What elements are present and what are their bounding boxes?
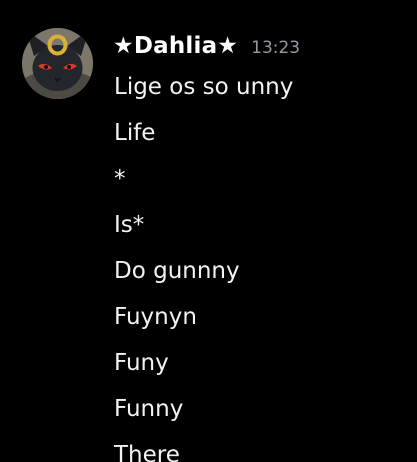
umbreon-avatar-icon	[22, 28, 93, 99]
avatar[interactable]	[22, 28, 93, 99]
message-line: Life	[114, 120, 156, 146]
message-line: *	[114, 166, 126, 192]
message-line: Lige os so unny	[114, 74, 294, 100]
timestamp[interactable]: 13:23	[251, 38, 300, 58]
message-line: Funy	[114, 350, 169, 376]
message-line: Do gunnny	[114, 258, 240, 284]
message-line: Fuynyn	[114, 304, 197, 330]
message-line: Funny	[114, 396, 184, 422]
message-line: Is*	[114, 212, 145, 238]
message-header: ★Dahlia★ 13:23	[113, 33, 300, 65]
username[interactable]: ★Dahlia★	[113, 33, 238, 59]
message-content: Lige os so unny Life * Is* Do gunnny Fuy…	[114, 70, 293, 462]
chat-message: ★Dahlia★ 13:23 Lige os so unny Life * Is…	[0, 0, 417, 462]
message-line: There	[114, 442, 180, 462]
